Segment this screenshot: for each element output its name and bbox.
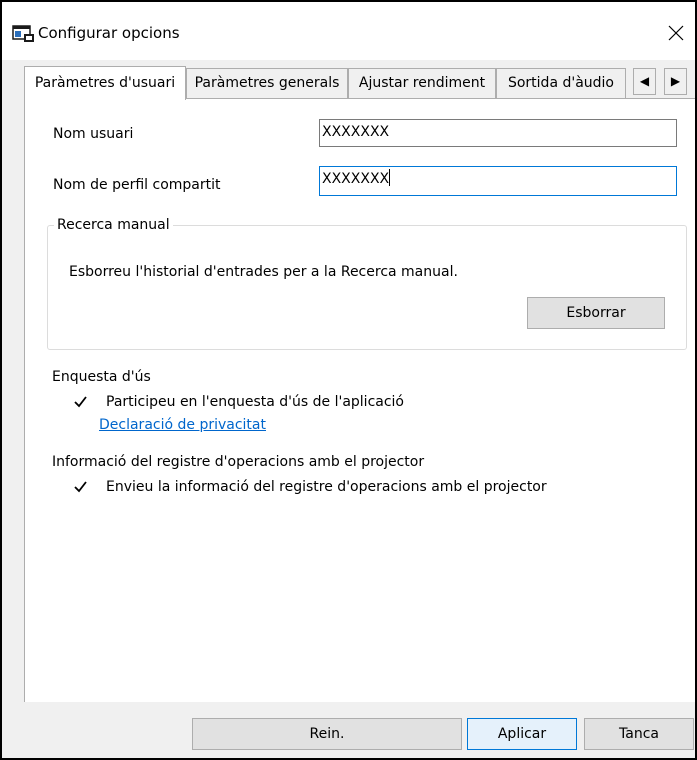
settings-app-icon <box>12 25 34 42</box>
username-value: XXXXXXX <box>322 124 390 140</box>
tab-scroll-left-icon[interactable]: ◀ <box>633 68 656 95</box>
user-settings-panel: Nom usuari XXXXXXX Nom de perfil compart… <box>24 98 695 702</box>
usage-survey-checkbox[interactable] <box>73 394 88 409</box>
manual-search-title: Recerca manual <box>54 216 173 234</box>
operation-log-checkbox-label: Envieu la informació del registre d'oper… <box>106 479 547 495</box>
tab-general-settings[interactable]: Paràmetres generals <box>186 68 348 98</box>
close-dialog-button[interactable]: Tanca <box>584 718 694 750</box>
tab-scroll-right-icon[interactable]: ▶ <box>664 68 687 95</box>
tab-user-settings[interactable]: Paràmetres d'usuari <box>24 66 186 100</box>
clear-history-button[interactable]: Esborrar <box>527 297 665 329</box>
apply-button[interactable]: Aplicar <box>467 718 577 750</box>
operation-log-checkbox[interactable] <box>73 479 88 494</box>
privacy-statement-link[interactable]: Declaració de privacitat <box>99 416 266 434</box>
reset-button[interactable]: Rein. <box>192 718 462 750</box>
manual-search-description: Esborreu l'historial d'entrades per a la… <box>69 264 458 280</box>
tab-audio-output[interactable]: Sortida d'àudio <box>496 68 626 98</box>
operation-log-heading: Informació del registre d'operacions amb… <box>52 454 425 470</box>
tab-adjust-performance[interactable]: Ajustar rendiment <box>348 68 496 98</box>
title-bar: Configurar opcions <box>2 2 695 60</box>
shared-profile-field[interactable]: XXXXXXX <box>319 166 677 196</box>
manual-search-group: Recerca manual Esborreu l'historial d'en… <box>47 216 687 350</box>
text-caret <box>389 169 391 186</box>
shared-profile-value: XXXXXXX <box>322 171 390 187</box>
usage-survey-checkbox-label: Participeu en l'enquesta d'ús de l'aplic… <box>106 394 404 410</box>
username-field[interactable]: XXXXXXX <box>319 119 677 147</box>
window-title: Configurar opcions <box>38 24 180 42</box>
configure-options-dialog: Configurar opcions Paràmetres d'usuari P… <box>0 0 697 760</box>
tab-strip: Paràmetres d'usuari Paràmetres generals … <box>24 66 695 100</box>
close-icon[interactable] <box>664 21 688 45</box>
shared-profile-label: Nom de perfil compartit <box>53 177 221 193</box>
username-label: Nom usuari <box>53 126 134 142</box>
usage-survey-heading: Enquesta d'ús <box>52 369 151 385</box>
